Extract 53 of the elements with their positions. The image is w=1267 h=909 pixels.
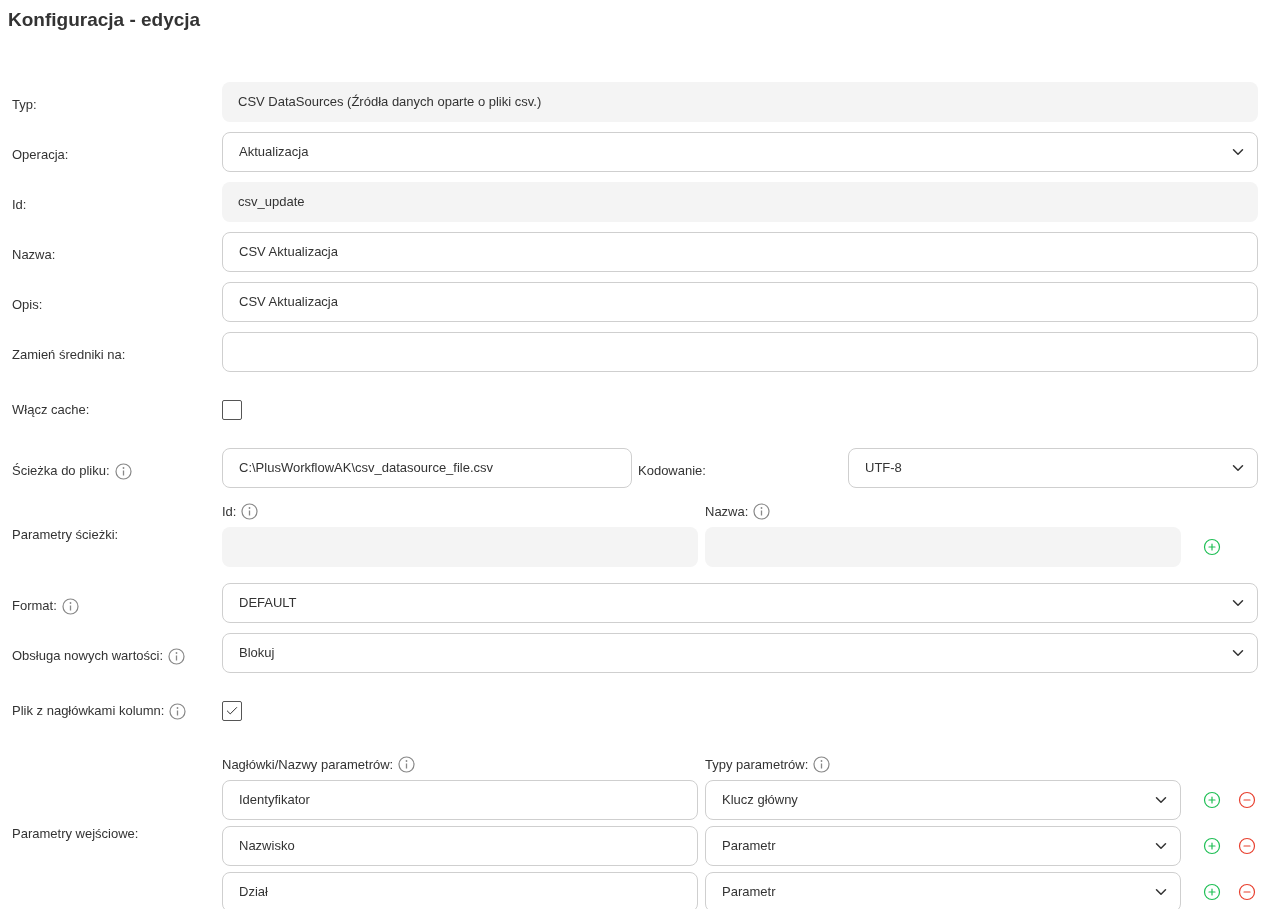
add-icon[interactable] [1203,837,1221,855]
input-field[interactable]: C:\PlusWorkflowAK\csv_datasource_file.csv [222,448,632,488]
input-field[interactable]: Dział [222,872,698,909]
select-field[interactable]: Parametr [705,872,1181,909]
info-icon[interactable] [168,647,185,665]
readonly-field: CSV DataSources (Źródła danych oparte o pliki csv.) [222,82,1258,122]
select-field[interactable]: UTF-8 [848,448,1258,488]
select-field[interactable]: DEFAULT [222,583,1258,623]
page-title: Konfiguracja - edycja [8,8,202,32]
column-label: Nagłówki/Nazwy parametrów: [222,756,394,774]
input-field[interactable]: Nazwisko [222,826,698,866]
remove-icon[interactable] [1238,837,1256,855]
field-label: Operacja: [12,146,69,165]
input-field[interactable]: CSV Aktualizacja [222,232,1258,272]
field-label: Parametry ścieżki: [12,525,119,544]
info-icon[interactable] [813,756,831,774]
field-label: Obsługa nowych wartości: [12,647,163,666]
field-label: Parametry wejściowe: [12,824,139,843]
remove-icon[interactable] [1238,883,1256,901]
field-label: Nazwa: [12,246,56,265]
field-label: Plik z nagłówkami kolumn: [12,702,165,721]
info-icon[interactable] [169,702,187,720]
add-icon[interactable] [1203,538,1221,556]
column-label: Nazwa: [705,503,749,521]
input-field[interactable]: CSV Aktualizacja [222,282,1258,322]
select-field[interactable]: Parametr [705,826,1181,866]
field-label: Format: [12,597,57,616]
field-label: Opis: [12,296,43,315]
field-label: Typ: [12,96,37,115]
input-field[interactable] [222,332,1258,372]
checkbox[interactable] [222,400,242,420]
info-icon[interactable] [753,503,771,521]
check-icon [225,704,239,718]
field-label: Id: [12,196,27,215]
column-label: Typy parametrów: [705,756,809,774]
field-label: Włącz cache: [12,401,90,420]
input-field[interactable]: Identyfikator [222,780,698,820]
field-label: Kodowanie: [638,462,706,481]
add-icon[interactable] [1203,791,1221,809]
info-icon[interactable] [241,503,259,521]
checkbox[interactable] [222,701,242,721]
column-label: Id: [222,503,237,521]
info-icon[interactable] [61,597,79,615]
field-label: Zamień średniki na: [12,346,126,365]
remove-icon[interactable] [1238,791,1256,809]
select-field[interactable]: Aktualizacja [222,132,1258,172]
info-icon[interactable] [398,756,416,774]
select-field[interactable]: Blokuj [222,633,1258,673]
info-icon[interactable] [114,462,132,480]
add-icon[interactable] [1203,883,1221,901]
field-label: Ścieżka do pliku: [12,462,110,481]
readonly-field: csv_update [222,182,1258,222]
select-field[interactable]: Klucz główny [705,780,1181,820]
